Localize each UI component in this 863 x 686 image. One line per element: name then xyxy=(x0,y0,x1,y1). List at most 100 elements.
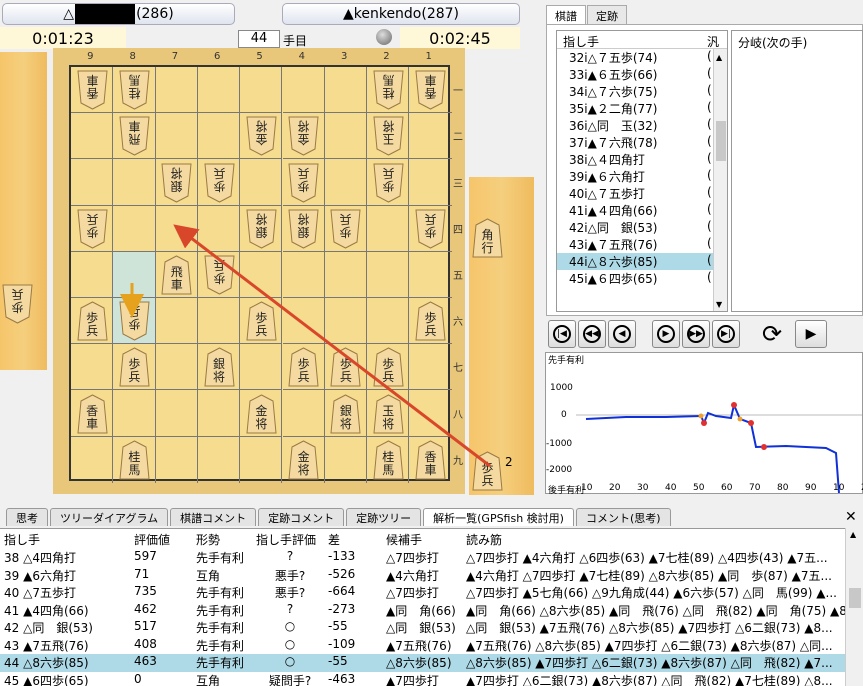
kifu-extra: ( xyxy=(707,151,712,165)
bottom-tab[interactable]: 定跡ツリー xyxy=(346,508,422,526)
kifu-header-move: 指し手 xyxy=(563,35,600,49)
table-cell: ○ xyxy=(284,636,296,651)
kifu-extra: ( xyxy=(707,66,712,80)
table-header-cell[interactable]: 指し手評価 xyxy=(252,531,324,548)
bottom-tab[interactable]: 思考 xyxy=(6,508,48,526)
table-cell: △8六歩(85) xyxy=(386,656,452,670)
kifu-header-extra: 汎 xyxy=(707,35,720,49)
kifu-move: 39i▲６六角打 xyxy=(569,170,645,184)
table-cell: -55 xyxy=(328,654,348,668)
table-row[interactable]: 42 △同 銀(53) 517 先手有利 ○ -55 △同 銀(53) △同 銀(53) ▲… xyxy=(0,619,845,637)
play-button[interactable]: ▶ xyxy=(795,320,827,348)
kifu-row[interactable]: 37i▲７六飛(78) ( xyxy=(557,134,727,151)
table-row[interactable]: 45 ▲6四歩(65) 0 互角 疑問手? -463 ▲7四歩打 ▲7四歩打 △6二銀(73… xyxy=(0,672,845,686)
kifu-row[interactable]: 32i△７五歩(74) ( xyxy=(557,49,727,66)
table-header: 指し手 評価値 形勢 指し手評価差候補手 読み筋 xyxy=(0,529,845,549)
last-move-button[interactable]: ▶| xyxy=(712,320,740,348)
kifu-row[interactable]: 45i▲６四歩(65) ( xyxy=(557,270,727,287)
forward-button[interactable]: ▶ xyxy=(652,320,680,348)
kifu-scrollbar[interactable]: ▲ ▼ xyxy=(713,49,727,311)
bottom-tab[interactable]: 棋譜コメント xyxy=(170,508,257,526)
scroll-thumb[interactable] xyxy=(716,121,726,161)
bottom-tab[interactable]: 解析一覧(GPSfish 検討用) xyxy=(423,508,574,526)
back-many-button[interactable]: ◀◀ xyxy=(578,320,606,348)
table-cell: 43 ▲7五飛(76) xyxy=(4,638,89,653)
side-tabs: 棋譜 定跡 xyxy=(546,5,627,26)
table-scroll-thumb[interactable] xyxy=(849,588,861,608)
table-header-cell[interactable]: 形勢 xyxy=(192,531,252,548)
graph-y-neg2000: -2000 xyxy=(546,465,573,475)
table-scroll-up-icon[interactable]: ▲ xyxy=(850,530,856,539)
table-cell: ▲4六角打 xyxy=(386,568,439,583)
graph-x-label: 80 xyxy=(777,483,789,493)
kifu-extra: ( xyxy=(707,83,712,97)
table-cell: ▲同 角(66) xyxy=(386,603,456,618)
table-cell: △同 銀(53) ▲7五飛(76) △8六歩(85) ▲7四歩打 △6二銀(73… xyxy=(466,621,833,635)
analysis-table: 指し手 評価値 形勢 指し手評価差候補手 読み筋 38 △4四角打 597 先手有利? -13… xyxy=(0,528,845,686)
kifu-extra: ( xyxy=(707,168,712,182)
table-row[interactable]: 38 △4四角打 597 先手有利? -133 △7四歩打 △7四歩打 ▲4六角打 △6四… xyxy=(0,549,845,567)
graph-x-label: 60 xyxy=(721,483,733,493)
kifu-row[interactable]: 44i△８六歩(85) ( xyxy=(557,253,727,270)
kifu-extra: ( xyxy=(707,219,712,233)
bottom-tab[interactable]: 定跡コメント xyxy=(258,508,345,526)
scroll-up-icon[interactable]: ▲ xyxy=(716,53,722,62)
kifu-extra: ( xyxy=(707,134,712,148)
kifu-row[interactable]: 35i▲２二角(77) ( xyxy=(557,100,727,117)
table-cell: -463 xyxy=(328,671,356,686)
table-cell: 42 △同 銀(53) xyxy=(4,621,93,635)
back-button[interactable]: ◀ xyxy=(608,320,636,348)
kifu-row[interactable]: 34i△７六歩(75) ( xyxy=(557,83,727,100)
kifu-row[interactable]: 43i▲７五飛(76) ( xyxy=(557,236,727,253)
graph-x-label: 10 xyxy=(833,483,845,493)
rotate-icon: ⟳ xyxy=(761,320,783,348)
bishop-drop-arrow xyxy=(173,224,491,468)
table-header-cell[interactable]: 評価値 xyxy=(130,531,192,548)
kifu-row[interactable]: 33i▲６五歩(66) ( xyxy=(557,66,727,83)
tab-joseki[interactable]: 定跡 xyxy=(587,5,627,26)
kifu-move: 37i▲７六飛(78) xyxy=(569,136,658,150)
kifu-move: 36i△同 玉(32) xyxy=(569,119,658,133)
table-cell: △7四歩打 xyxy=(386,551,439,565)
graph-bottom-label: 後手有利 xyxy=(548,486,585,496)
table-row[interactable]: 41 ▲4四角(66) 462 先手有利? -273 ▲同 角(66) ▲同 角(66) … xyxy=(0,602,845,620)
kifu-row[interactable]: 36i△同 玉(32) ( xyxy=(557,117,727,134)
table-cell: ▲7四歩打 xyxy=(386,673,439,686)
kifu-row[interactable]: 38i△４四角打 ( xyxy=(557,151,727,168)
forward-many-button[interactable]: ▶▶ xyxy=(682,320,710,348)
table-header-cell[interactable]: 差 xyxy=(324,531,382,548)
table-header-cell[interactable]: 候補手 xyxy=(382,531,462,548)
table-cell: 44 △8六歩(85) xyxy=(4,656,89,670)
scroll-down-icon[interactable]: ▼ xyxy=(716,300,722,309)
prev-icon: ◀ xyxy=(613,325,631,343)
kifu-row[interactable]: 42i△同 銀(53) ( xyxy=(557,219,727,236)
eval-graph[interactable]: 先手有利 後手有利 1000 0 -1000 -2000 10 20 30 40 50 6… xyxy=(545,352,863,496)
kifu-row[interactable]: 39i▲６六角打 ( xyxy=(557,168,727,185)
table-scrollbar[interactable]: ▲ xyxy=(845,528,863,686)
kifu-extra: ( xyxy=(707,117,712,131)
table-row[interactable]: 40 △7五歩打 735 先手有利 悪手? -664 △7四歩打 △7四歩打 ▲5七角(66… xyxy=(0,584,845,602)
tab-kifu[interactable]: 棋譜 xyxy=(546,5,586,26)
bottom-tab[interactable]: コメント(思考) xyxy=(575,508,671,526)
table-cell: △7四歩打 ▲4六角打 △6四歩(63) ▲7七桂(89) △4四歩(43) ▲… xyxy=(466,551,828,565)
table-row[interactable]: 43 ▲7五飛(76) 408 先手有利 ○ -109 ▲7五飛(76) ▲7五飛(76) … xyxy=(0,637,845,655)
kifu-row[interactable]: 40i△７五歩打 ( xyxy=(557,185,727,202)
first-move-button[interactable]: |◀ xyxy=(548,320,576,348)
table-cell: 先手有利 xyxy=(196,586,245,600)
table-cell: 38 △4四角打 xyxy=(4,551,76,565)
kifu-row[interactable]: 41i▲４四角(66) ( xyxy=(557,202,727,219)
bottom-tab[interactable]: ツリーダイアグラム xyxy=(50,508,169,526)
table-row[interactable]: 44 △8六歩(85) 463 先手有利 ○ -55 △8六歩(85) △8六歩(85) ▲… xyxy=(0,654,845,672)
table-cell: -133 xyxy=(328,549,356,563)
table-cell: 先手有利 xyxy=(196,551,245,565)
flip-board-button[interactable]: ⟳ xyxy=(758,320,786,348)
fast-forward-icon: ▶▶ xyxy=(687,325,705,343)
table-cell: ? xyxy=(286,549,294,563)
table-cell: -55 xyxy=(328,619,348,633)
close-icon[interactable]: ✕ xyxy=(845,509,857,525)
table-header-cell[interactable]: 読み筋 xyxy=(462,531,845,548)
table-row[interactable]: 39 ▲6六角打 71 互角 悪手? -526 ▲4六角打 ▲4六角打 △7四歩打 ▲7七桂… xyxy=(0,567,845,585)
graph-top-label: 先手有利 xyxy=(548,356,585,366)
table-cell: 462 xyxy=(134,601,157,616)
table-header-cell[interactable]: 指し手 xyxy=(0,531,130,548)
